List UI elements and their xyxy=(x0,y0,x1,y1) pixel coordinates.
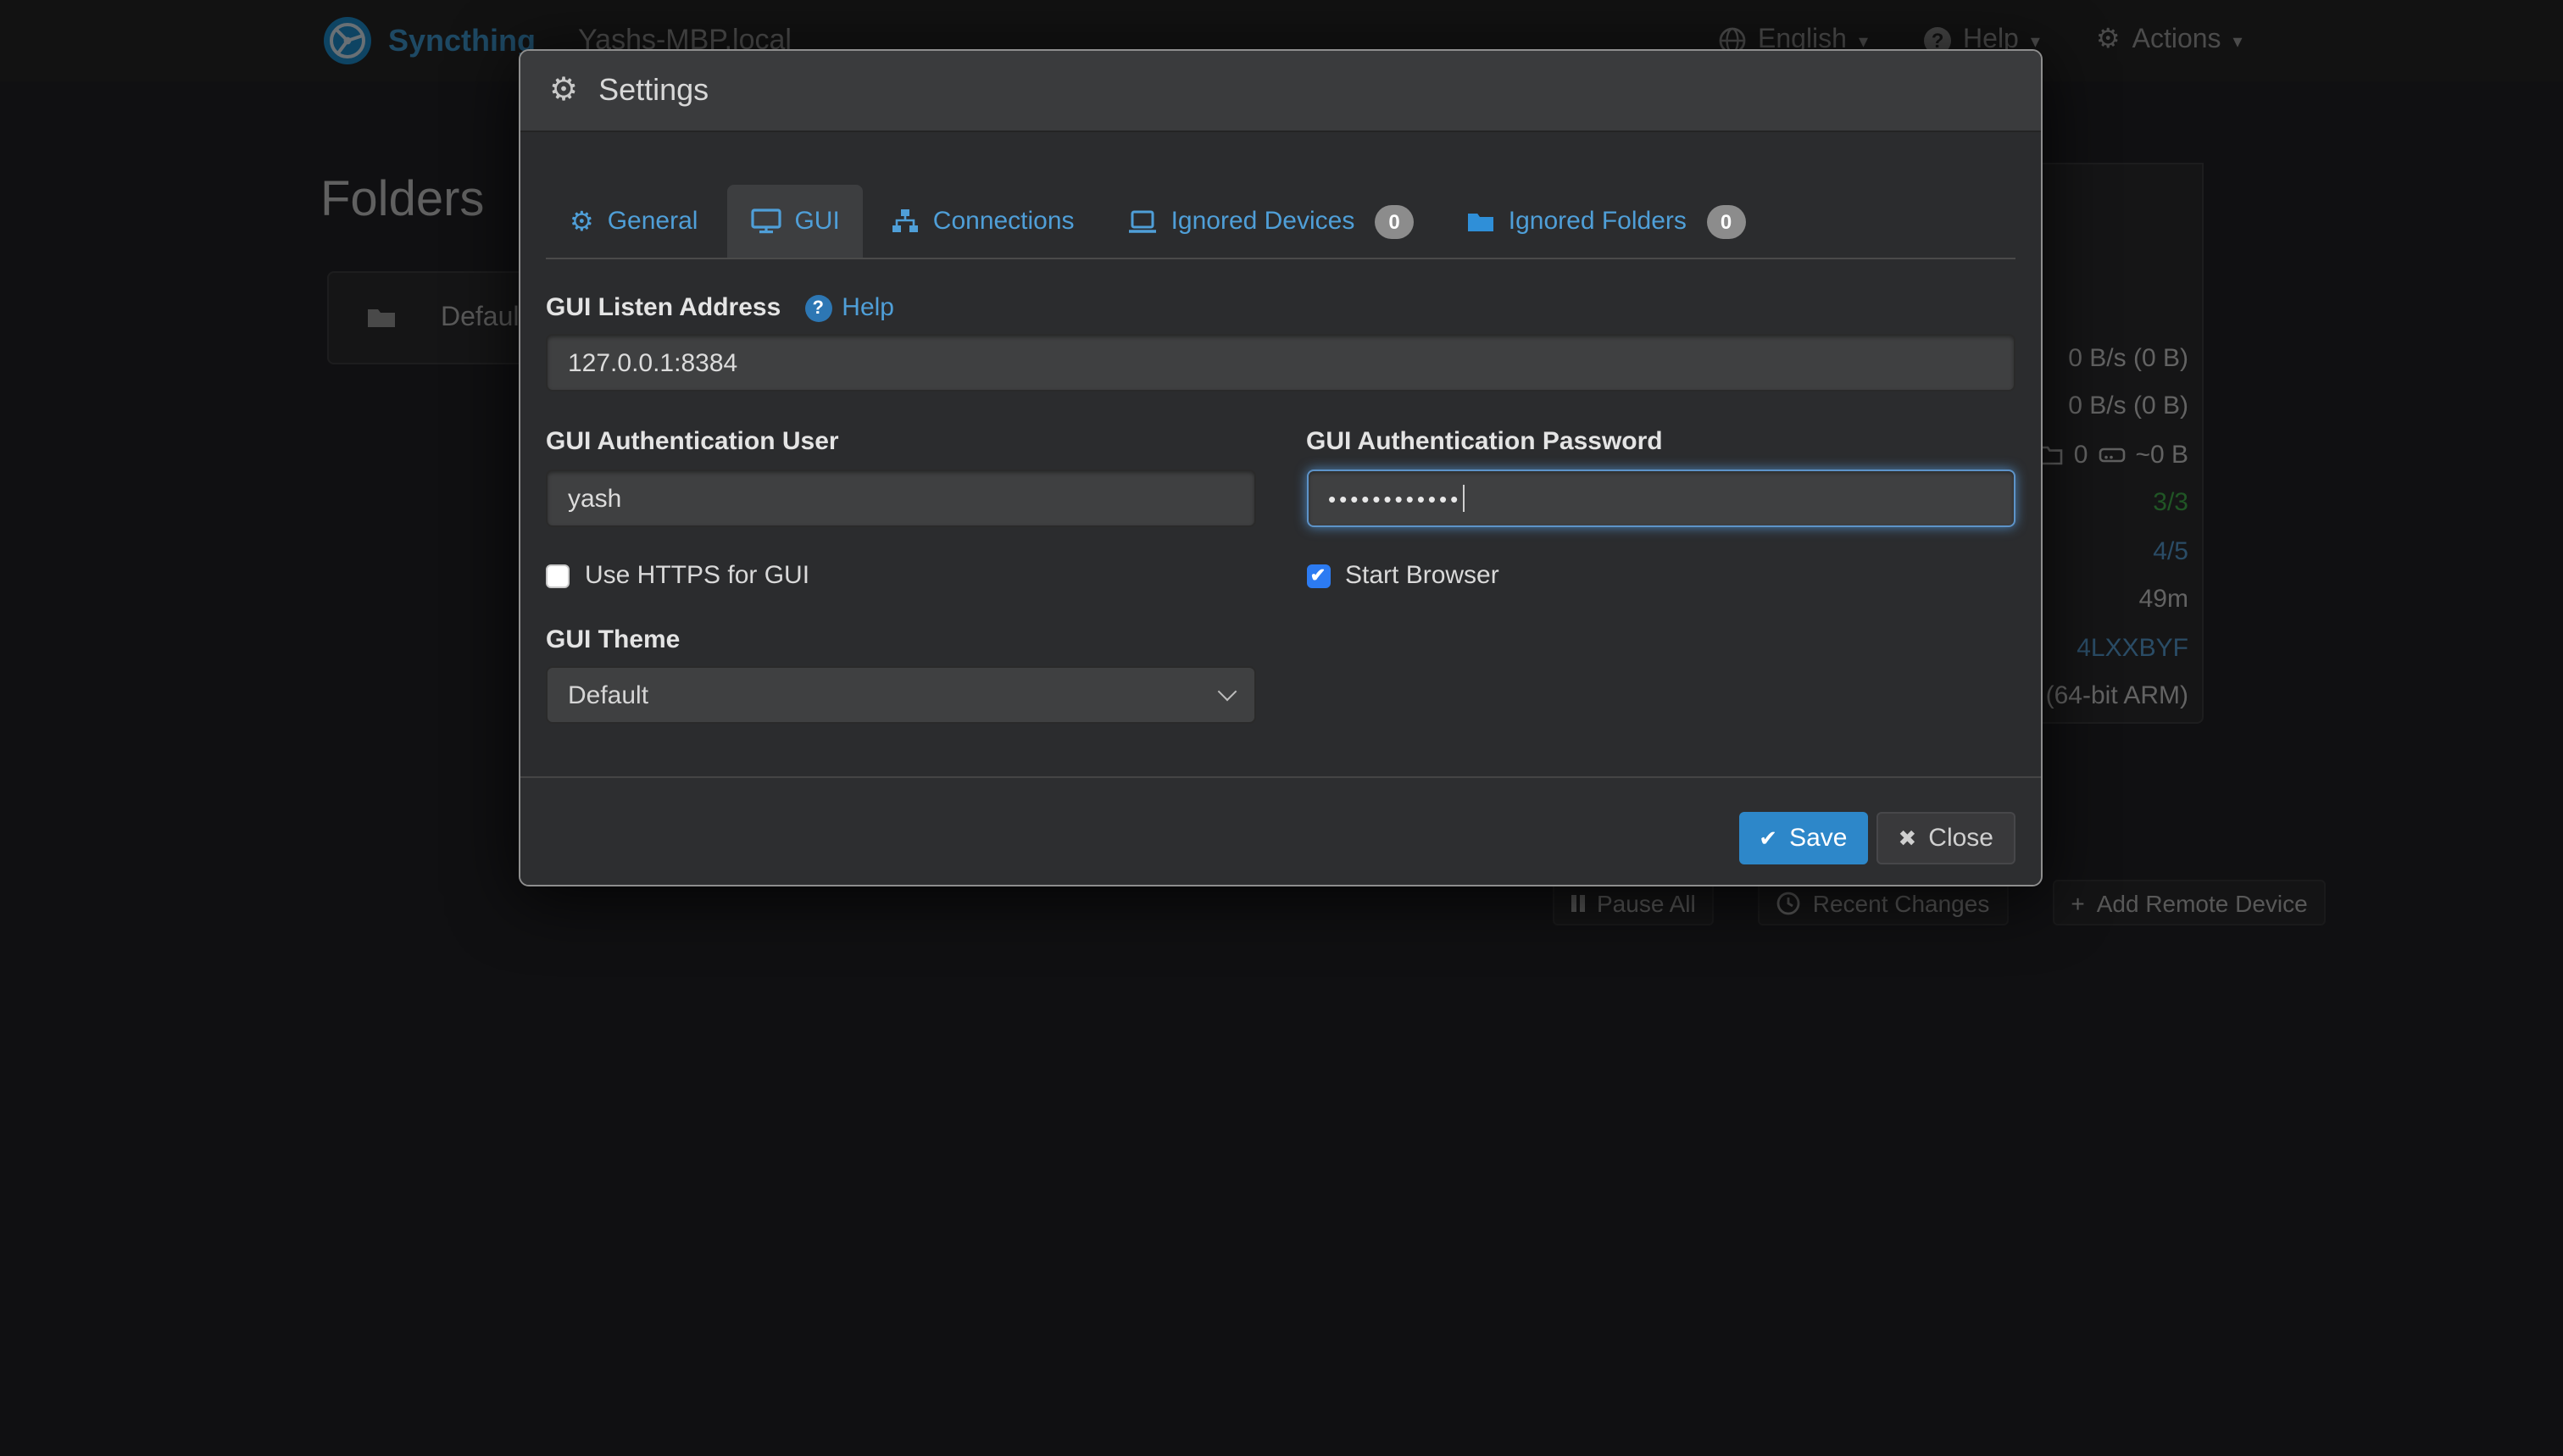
tab-gui-label: GUI xyxy=(794,207,839,236)
laptop-icon xyxy=(1127,209,1158,233)
tab-connections[interactable]: Connections xyxy=(869,185,1098,258)
gui-auth-user-value: yash xyxy=(568,484,621,513)
settings-modal-footer: ✔ Save ✖ Close xyxy=(520,776,2041,885)
settings-modal-title: Settings xyxy=(598,73,709,108)
use-https-checkbox[interactable] xyxy=(546,564,570,587)
gui-theme-selected-value: Default xyxy=(568,681,648,709)
ignored-folders-badge: 0 xyxy=(1707,204,1745,238)
tab-gui[interactable]: GUI xyxy=(726,185,863,258)
save-button[interactable]: ✔ Save xyxy=(1738,812,1867,864)
start-browser-checkbox-group: ✔ Start Browser xyxy=(1306,561,2015,590)
gui-auth-password-input[interactable]: •••••••••••• xyxy=(1306,470,2015,527)
help-link-label: Help xyxy=(842,293,894,322)
tab-ignored-folders-label: Ignored Folders xyxy=(1509,207,1687,236)
folder-icon xyxy=(1466,209,1495,233)
gui-theme-select[interactable]: Default xyxy=(546,666,1255,724)
x-icon: ✖ xyxy=(1898,825,1916,852)
monitor-icon xyxy=(750,208,781,234)
use-https-checkbox-group: Use HTTPS for GUI xyxy=(546,561,1255,590)
gui-auth-password-label: GUI Authentication Password xyxy=(1306,427,1663,456)
gui-auth-user-input[interactable]: yash xyxy=(546,470,1255,527)
ignored-devices-badge: 0 xyxy=(1375,204,1413,238)
help-link[interactable]: ? Help xyxy=(804,293,894,322)
close-button[interactable]: ✖ Close xyxy=(1876,812,2015,864)
gear-icon: ⚙ xyxy=(570,204,594,238)
tab-ignored-devices[interactable]: Ignored Devices 0 xyxy=(1104,185,1437,258)
settings-tabs: ⚙ General GUI Connections xyxy=(546,185,2015,259)
gui-auth-user-label: GUI Authentication User xyxy=(546,427,839,456)
settings-modal-header: ⚙ Settings xyxy=(520,51,2041,132)
gear-icon: ⚙ xyxy=(549,71,578,110)
gui-auth-password-masked-value: •••••••••••• xyxy=(1328,486,1461,511)
syncthing-app: Syncthing Yashs-MBP.local English ▾ ? He… xyxy=(0,0,2563,1456)
tab-general[interactable]: ⚙ General xyxy=(546,185,721,258)
chevron-down-icon xyxy=(1217,682,1237,702)
tab-connections-label: Connections xyxy=(933,207,1075,236)
start-browser-checkbox[interactable]: ✔ xyxy=(1306,564,1330,587)
gui-listen-address-input[interactable]: 127.0.0.1:8384 xyxy=(546,334,2015,392)
tab-general-label: General xyxy=(608,207,698,236)
gui-listen-address-value: 127.0.0.1:8384 xyxy=(568,348,737,377)
gui-settings-form: GUI Listen Address ? Help 127.0.0.1:8384… xyxy=(520,293,2041,724)
gui-listen-address-label: GUI Listen Address xyxy=(546,293,781,322)
text-cursor xyxy=(1463,485,1465,512)
start-browser-label: Start Browser xyxy=(1345,561,1499,590)
tab-ignored-devices-label: Ignored Devices xyxy=(1171,207,1355,236)
use-https-label: Use HTTPS for GUI xyxy=(585,561,809,590)
settings-modal: ⚙ Settings ⚙ General GUI xyxy=(519,49,2043,886)
question-circle-icon: ? xyxy=(804,294,831,321)
tab-ignored-folders[interactable]: Ignored Folders 0 xyxy=(1443,185,1770,258)
check-icon: ✔ xyxy=(1759,825,1777,852)
close-button-label: Close xyxy=(1928,824,1993,853)
save-button-label: Save xyxy=(1789,824,1847,853)
gui-theme-label: GUI Theme xyxy=(546,625,680,654)
sitemap-icon xyxy=(892,208,920,234)
